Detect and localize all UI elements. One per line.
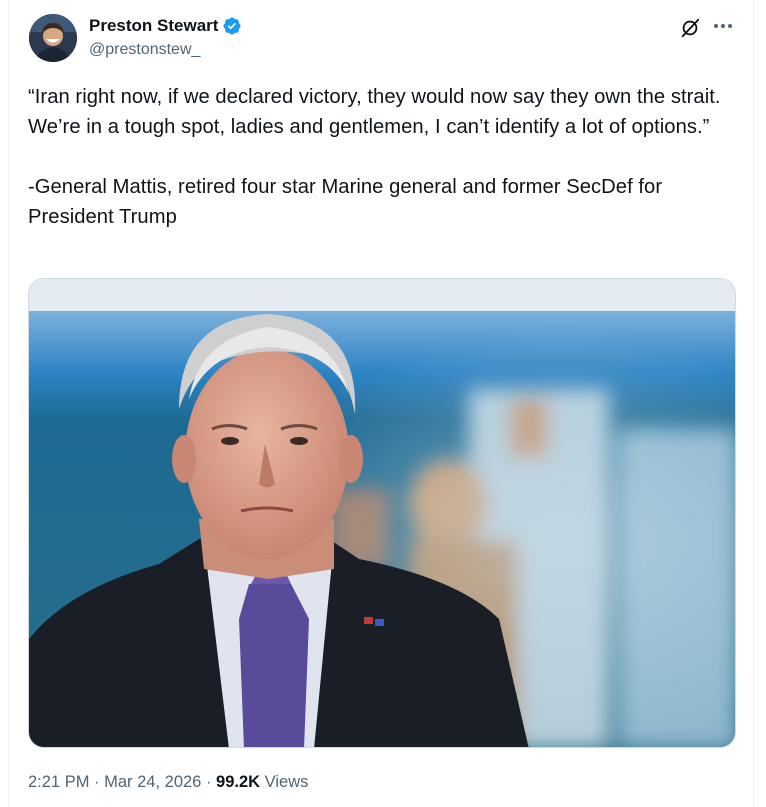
meta-separator: ·: [201, 773, 217, 791]
photo-general-portrait: [29, 279, 735, 747]
tweet-quote-paragraph: “Iran right now, if we declared victory,…: [28, 86, 732, 138]
avatar-image: [29, 14, 77, 62]
tweet-card: Preston Stewart @prestonstew_ “Iran righ…: [8, 0, 754, 807]
tweet-text: “Iran right now, if we declared victory,…: [28, 82, 740, 232]
author-name-row: Preston Stewart: [89, 15, 242, 37]
more-options-icon: [714, 24, 732, 28]
tweet-time[interactable]: 2:21 PM: [28, 773, 89, 792]
more-options-button[interactable]: [709, 14, 737, 38]
views-label: Views: [260, 773, 309, 791]
author-handle[interactable]: @prestonstew_: [89, 41, 200, 59]
avatar[interactable]: [29, 14, 77, 62]
author-display-name[interactable]: Preston Stewart: [89, 16, 218, 36]
verified-badge-icon: [223, 17, 241, 35]
grok-icon: [681, 18, 700, 38]
tweet-photo[interactable]: [28, 278, 736, 748]
tweet-date[interactable]: Mar 24, 2026: [104, 773, 201, 792]
meta-separator: ·: [89, 773, 105, 791]
grok-button[interactable]: [678, 16, 702, 40]
tweet-metadata: 2:21 PM · Mar 24, 2026 · 99.2K Views: [28, 773, 308, 792]
views-count: 99.2K: [216, 773, 261, 791]
tweet-attribution-paragraph: -General Mattis, retired four star Marin…: [28, 176, 668, 228]
